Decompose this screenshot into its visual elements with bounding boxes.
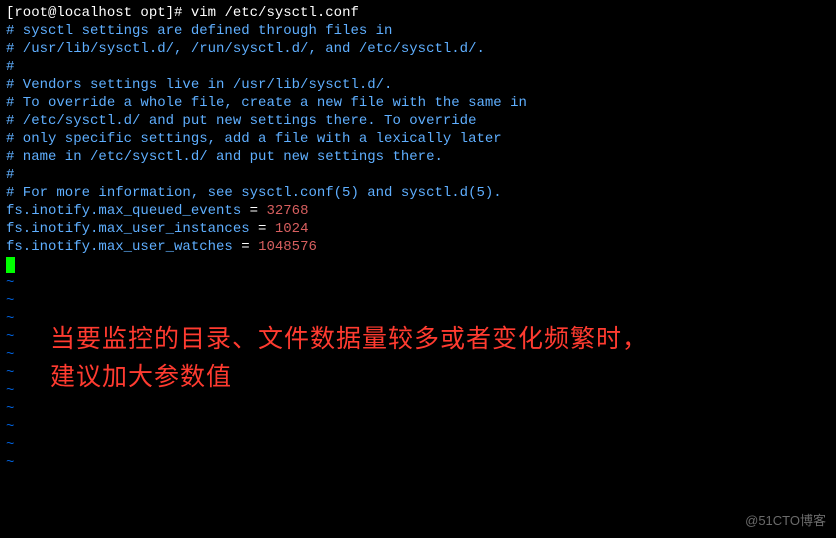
annotation-line2: 建议加大参数值: [50, 358, 648, 396]
setting-key: fs.inotify.max_user_watches: [6, 239, 233, 255]
comment-line: # /usr/lib/sysctl.d/, /run/sysctl.d/, an…: [6, 40, 830, 58]
setting-eq: =: [250, 221, 275, 237]
vim-tilde-line: ~: [6, 274, 830, 292]
cursor-line[interactable]: [6, 256, 830, 274]
comment-line: # For more information, see sysctl.conf(…: [6, 184, 830, 202]
comment-line: # sysctl settings are defined through fi…: [6, 22, 830, 40]
shell-prompt: [root@localhost opt]# vim /etc/sysctl.co…: [6, 4, 830, 22]
vim-tilde-line: ~: [6, 292, 830, 310]
vim-tilde-line: ~: [6, 400, 830, 418]
prompt-user-host: [root@localhost opt]#: [6, 5, 191, 21]
setting-eq: =: [233, 239, 258, 255]
setting-value: 32768: [266, 203, 308, 219]
setting-value: 1048576: [258, 239, 317, 255]
cursor-icon: [6, 257, 15, 273]
setting-key: fs.inotify.max_user_instances: [6, 221, 250, 237]
comment-line: #: [6, 166, 830, 184]
comment-line: #: [6, 58, 830, 76]
setting-line: fs.inotify.max_queued_events = 32768: [6, 202, 830, 220]
setting-line: fs.inotify.max_user_watches = 1048576: [6, 238, 830, 256]
watermark: @51CTO博客: [745, 512, 826, 530]
comment-line: # name in /etc/sysctl.d/ and put new set…: [6, 148, 830, 166]
comment-line: # To override a whole file, create a new…: [6, 94, 830, 112]
vim-tilde-line: ~: [6, 436, 830, 454]
annotation-line1: 当要监控的目录、文件数据量较多或者变化频繁时，: [50, 320, 648, 358]
setting-eq: =: [241, 203, 266, 219]
vim-tilde-line: ~: [6, 418, 830, 436]
comment-line: # Vendors settings live in /usr/lib/sysc…: [6, 76, 830, 94]
setting-key: fs.inotify.max_queued_events: [6, 203, 241, 219]
comment-line: # /etc/sysctl.d/ and put new settings th…: [6, 112, 830, 130]
comment-line: # only specific settings, add a file wit…: [6, 130, 830, 148]
setting-value: 1024: [275, 221, 309, 237]
prompt-command: vim /etc/sysctl.conf: [191, 5, 359, 21]
vim-tilde-line: ~: [6, 454, 830, 472]
setting-line: fs.inotify.max_user_instances = 1024: [6, 220, 830, 238]
annotation-text: 当要监控的目录、文件数据量较多或者变化频繁时， 建议加大参数值: [50, 320, 648, 396]
